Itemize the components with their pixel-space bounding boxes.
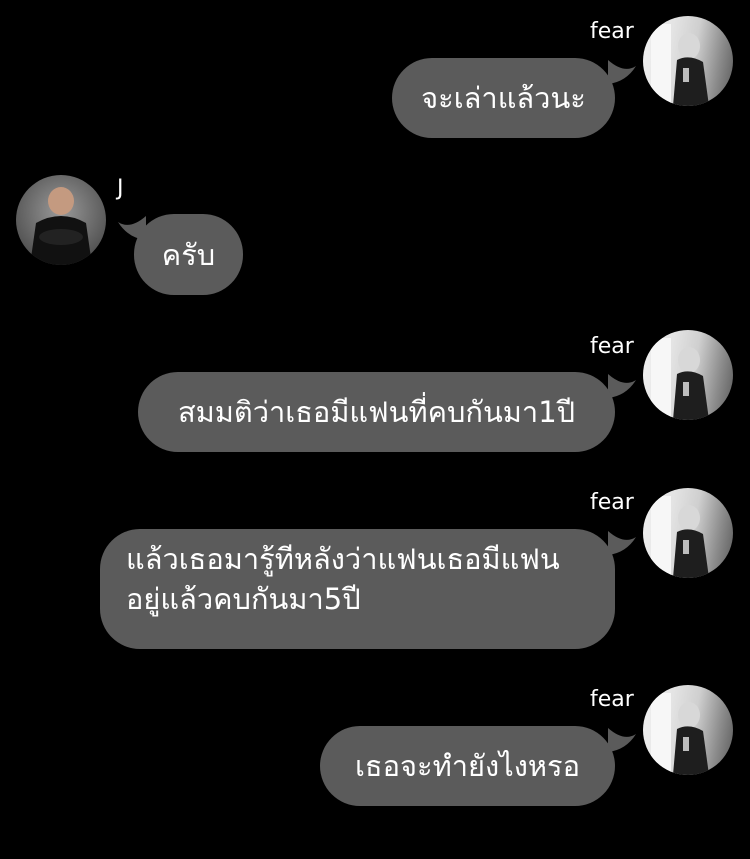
avatar[interactable] xyxy=(643,488,733,578)
sender-name: J xyxy=(117,176,124,201)
sender-name: fear xyxy=(590,19,634,44)
bubble-tail xyxy=(608,728,636,752)
message-bubble[interactable]: สมมติว่าเธอมีแฟนที่คบกันมา1ปี xyxy=(138,372,615,452)
message-bubble[interactable]: ครับ xyxy=(134,214,243,295)
bubble-tail xyxy=(608,60,636,84)
avatar[interactable] xyxy=(643,685,733,775)
message-bubble[interactable]: แล้วเธอมารู้ทีหลังว่าแฟนเธอมีแฟน อยู่แล้… xyxy=(100,529,615,649)
person-photo-icon xyxy=(651,693,709,775)
avatar[interactable] xyxy=(16,175,106,265)
message-bubble[interactable]: เธอจะทำยังไงหรอ xyxy=(320,726,615,806)
avatar[interactable] xyxy=(643,16,733,106)
person-photo-icon xyxy=(30,187,92,265)
person-photo-icon xyxy=(651,24,709,106)
sender-name: fear xyxy=(590,490,634,515)
avatar[interactable] xyxy=(643,330,733,420)
sender-name: fear xyxy=(590,687,634,712)
bubble-tail xyxy=(608,374,636,398)
person-photo-icon xyxy=(651,338,709,420)
sender-name: fear xyxy=(590,334,634,359)
person-photo-icon xyxy=(651,496,709,578)
message-bubble[interactable]: จะเล่าแล้วนะ xyxy=(392,58,615,138)
bubble-tail xyxy=(608,531,636,555)
